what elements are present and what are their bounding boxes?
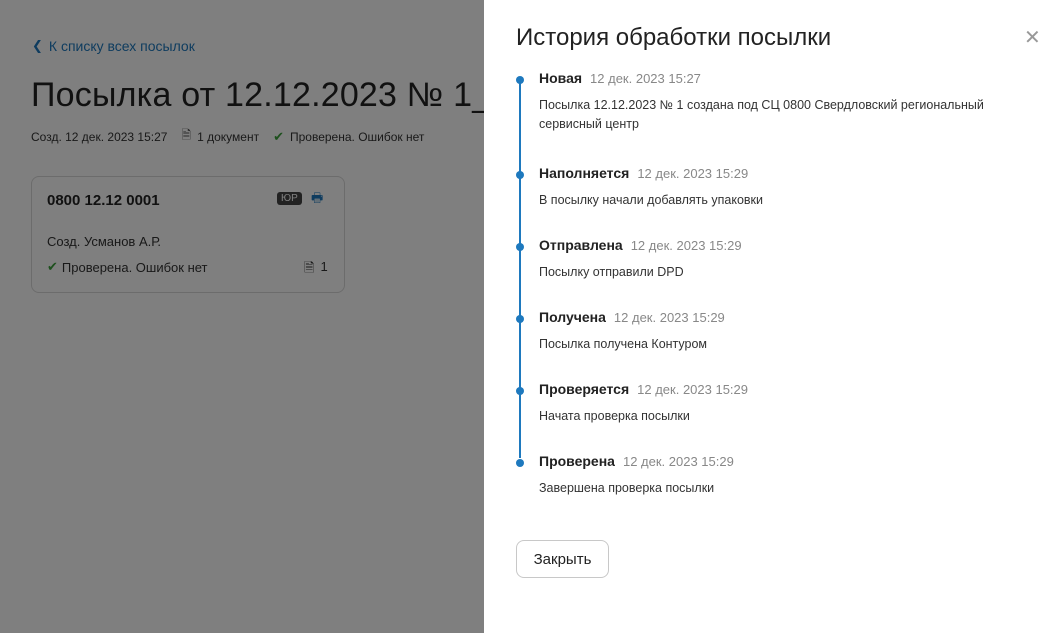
event-description: Начата проверка посылки xyxy=(539,409,690,423)
timeline-dot xyxy=(516,459,524,467)
event-name: Наполняется xyxy=(539,165,630,181)
timeline-event: Отправлена 12 дек. 2023 15:29 Посылку от… xyxy=(516,237,1036,309)
timeline-event: Наполняется 12 дек. 2023 15:29 В посылку… xyxy=(516,165,1036,237)
timeline-event: Новая 12 дек. 2023 15:27 Посылка 12.12.2… xyxy=(516,70,1036,165)
event-name: Проверена xyxy=(539,453,615,469)
timeline-event: Получена 12 дек. 2023 15:29 Посылка полу… xyxy=(516,309,1036,381)
event-description: В посылку начали добавлять упаковки xyxy=(539,193,764,207)
history-timeline: Новая 12 дек. 2023 15:27 Посылка 12.12.2… xyxy=(516,70,1036,525)
event-name: Новая xyxy=(539,70,583,86)
event-description: Посылка 12.12.2023 № 1 создана под СЦ 08… xyxy=(539,98,984,131)
event-time: 12 дек. 2023 15:29 xyxy=(637,166,749,181)
event-name: Отправлена xyxy=(539,237,623,253)
event-time: 12 дек. 2023 15:29 xyxy=(613,310,725,325)
event-name: Получена xyxy=(539,309,606,325)
event-description: Посылка получена Контуром xyxy=(539,337,708,351)
event-time: 12 дек. 2023 15:27 xyxy=(590,71,701,86)
close-icon[interactable]: ✕ xyxy=(1024,28,1041,48)
event-time: 12 дек. 2023 15:29 xyxy=(637,382,749,397)
history-panel: История обработки посылки ✕ Новая 12 дек… xyxy=(484,0,1062,633)
event-description: Посылку отправили DPD xyxy=(539,265,684,279)
event-time: 12 дек. 2023 15:29 xyxy=(622,454,734,469)
event-time: 12 дек. 2023 15:29 xyxy=(630,238,742,253)
timeline-dot xyxy=(516,76,524,84)
timeline-dot xyxy=(516,243,524,251)
timeline-dot xyxy=(516,315,524,323)
timeline-dot xyxy=(516,171,524,179)
timeline-dot xyxy=(516,387,524,395)
close-button[interactable]: Закрыть xyxy=(516,540,609,578)
timeline-event: Проверена 12 дек. 2023 15:29 Завершена п… xyxy=(516,453,1036,525)
timeline-event: Проверяется 12 дек. 2023 15:29 Начата пр… xyxy=(516,381,1036,453)
panel-title: История обработки посылки xyxy=(516,24,832,51)
event-name: Проверяется xyxy=(539,381,630,397)
event-description: Завершена проверка посылки xyxy=(539,481,715,495)
